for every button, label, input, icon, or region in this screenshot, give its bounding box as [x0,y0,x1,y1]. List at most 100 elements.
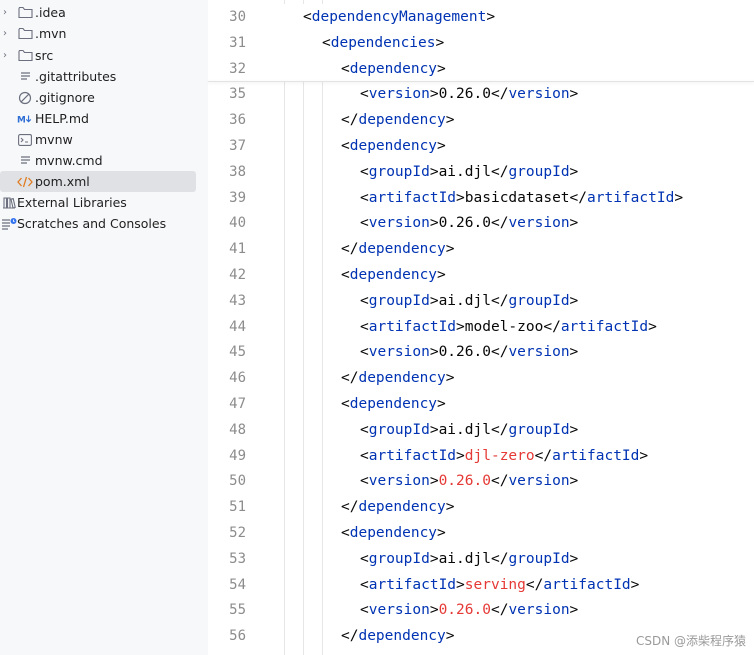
code-content: <dependency> [341,262,446,288]
xml-tag-name: artifactId [587,189,675,206]
tree-item-label: External Libraries [17,195,127,210]
xml-bracket: > [445,241,455,258]
tree-item-label: mvnw.cmd [35,153,103,168]
tree-item-scratches-and-consoles[interactable]: Scratches and Consoles [0,213,196,234]
tree-item-mvnw-cmd[interactable]: mvnw.cmd [0,150,196,171]
xml-tag-name: groupId [368,421,430,438]
line-number: 35 [229,86,246,103]
xml-bracket: > [639,447,649,464]
xml-bracket: > [569,215,579,232]
code-line[interactable]: 31 <dependencies> [208,29,754,56]
code-content: <dependency> [341,520,446,546]
xml-bracket: > [569,473,579,490]
code-line[interactable]: 45 <version>0.26.0</version> [208,339,754,365]
tree-item-mvn[interactable]: › .mvn [0,23,196,44]
xml-bracket: < [322,34,331,51]
code-content: <dependency> [341,391,446,417]
folder-icon [17,26,33,42]
xml-tag-name: artifactId [368,189,457,206]
code-content: <groupId>ai.djl</groupId> [360,288,578,314]
code-line[interactable]: 30 <dependencyManagement> [208,4,754,30]
ignore-file-icon [17,90,33,106]
chevron-right-icon[interactable]: › [0,28,10,39]
xml-bracket: > [435,34,445,51]
code-line[interactable]: 39 <artifactId>basicdataset</artifactId> [208,185,754,211]
tree-item-external-libraries[interactable]: External Libraries [0,192,196,213]
xml-tag-name: version [368,473,430,490]
xml-text: 0.26.0 [438,86,491,103]
xml-bracket: > [445,370,455,387]
unresolved-value: 0.26.0 [438,602,491,619]
code-line[interactable]: 50 <version>0.26.0</version> [208,468,754,494]
chevron-right-icon[interactable]: › [0,7,10,18]
chevron-right-icon[interactable]: › [0,50,10,61]
code-line[interactable]: 32 <dependency> [208,55,754,82]
project-tree: › .idea › .mvn › src .gitattributes .gitignore M… [0,0,208,655]
code-line[interactable]: 54 <artifactId>serving</artifactId> [208,572,754,598]
tree-item-idea[interactable]: › .idea [0,2,196,23]
code-line[interactable]: 46 </dependency> [208,365,754,391]
xml-bracket: </ [490,215,509,232]
code-line[interactable]: 42 <dependency> [208,262,754,288]
xml-tag-name: version [508,344,570,361]
tree-item-help-md[interactable]: M HELP.md [0,108,196,129]
code-line[interactable]: 47 <dependency> [208,391,754,417]
tree-item-gitignore[interactable]: .gitignore [0,87,196,108]
code-content: <groupId>ai.djl</groupId> [360,417,578,443]
code-content: <dependencyManagement> [303,4,495,30]
code-content: <version>0.26.0</version> [360,210,578,236]
tree-item-src[interactable]: › src [0,45,196,66]
xml-bracket: < [341,60,350,77]
line-number: 41 [229,241,246,258]
xml-bracket: > [445,628,455,645]
line-number: 38 [229,163,246,180]
code-line[interactable]: 36 </dependency> [208,107,754,133]
code-line[interactable]: 35 <version>0.26.0</version> [208,81,754,107]
code-line[interactable]: 55 <version>0.26.0</version> [208,597,754,623]
xml-tag-name: dependency [349,525,438,541]
tree-item-gitattributes[interactable]: .gitattributes [0,66,196,87]
xml-bracket: > [569,344,579,361]
code-line[interactable]: 38 <groupId>ai.djl</groupId> [208,159,754,185]
xml-bracket: < [360,550,369,567]
xml-bracket: < [360,163,369,180]
xml-bracket: > [437,267,446,283]
text-file-icon [17,153,33,169]
code-line[interactable]: 52 <dependency> [208,520,754,546]
xml-bracket: </ [490,421,509,438]
xml-text: ai.djl [438,292,491,309]
xml-tag-name: version [368,602,430,619]
xml-tag-name: artifactId [368,576,457,593]
xml-tag-name: dependency [358,628,446,645]
code-line[interactable]: 51 </dependency> [208,494,754,520]
code-line[interactable]: 37 <dependency> [208,133,754,159]
svg-text:M: M [17,115,26,124]
code-line[interactable]: 41 </dependency> [208,236,754,262]
code-line[interactable]: 49 <artifactId>djl-zero</artifactId> [208,443,754,469]
xml-bracket: </ [525,576,544,593]
xml-bracket: < [341,138,350,154]
code-line[interactable]: 43 <groupId>ai.djl</groupId> [208,288,754,314]
tree-item-label: mvnw [35,132,73,147]
xml-bracket: < [341,396,350,412]
code-line[interactable]: 53 <groupId>ai.djl</groupId> [208,546,754,572]
xml-text: ai.djl [438,421,491,438]
code-line[interactable]: 44 <artifactId>model-zoo</artifactId> [208,314,754,340]
xml-tag-name: groupId [368,550,430,567]
tree-item-mvnw[interactable]: mvnw [0,129,196,150]
xml-bracket: </ [534,447,553,464]
xml-bracket: > [569,86,579,103]
tree-item-pom-xml[interactable]: pom.xml [0,171,196,192]
xml-tag-name: version [508,86,570,103]
sticky-lines-divider [208,81,754,82]
xml-tag-name: groupId [508,163,570,180]
code-editor[interactable]: 30 <dependencyManagement> 31 <dependencies>… [208,0,754,655]
xml-tag-name: groupId [508,550,570,567]
xml-bracket: > [429,163,439,180]
xml-bracket: </ [490,550,509,567]
code-line[interactable]: 40 <version>0.26.0</version> [208,210,754,236]
folder-icon [17,5,33,21]
xml-text: 0.26.0 [438,344,491,361]
code-line[interactable]: 48 <groupId>ai.djl</groupId> [208,417,754,443]
libraries-icon [1,195,17,211]
